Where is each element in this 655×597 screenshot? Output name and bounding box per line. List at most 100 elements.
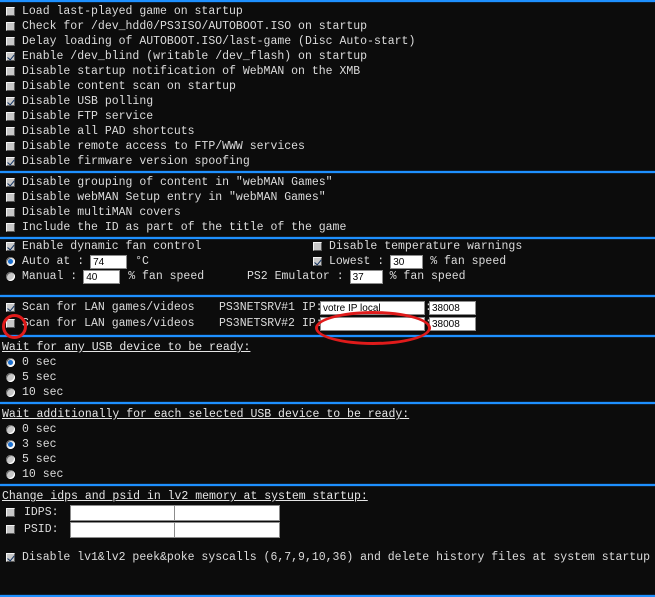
content-option-checkbox[interactable] <box>6 208 15 217</box>
lan-scan-checkbox[interactable] <box>6 303 15 312</box>
lan-scan-checkbox[interactable] <box>6 319 15 328</box>
wait-any-header: Wait for any USB device to be ready: <box>2 341 251 354</box>
fan-lowest-row[interactable]: Lowest : 30 % fan speed <box>307 254 522 269</box>
wait-each-option[interactable]: 10 sec <box>0 467 655 482</box>
fan-lowest-label: Lowest : <box>329 255 385 268</box>
lan-server-label: PS3NETSRV#2 IP: <box>219 317 323 330</box>
startup-option-label: Disable remote access to FTP/WWW service… <box>22 140 305 153</box>
wait-each-usb-section: Wait additionally for each selected USB … <box>0 404 655 484</box>
startup-option-row[interactable]: Disable startup notification of WebMAN o… <box>0 64 655 79</box>
fan-manual-row[interactable]: Manual : 40 % fan speed <box>0 269 204 284</box>
fan-auto-row[interactable]: Auto at : 74 °C <box>0 254 204 269</box>
temp-warning-label: Disable temperature warnings <box>329 240 523 253</box>
startup-option-row[interactable]: Disable all PAD shortcuts <box>0 124 655 139</box>
fan-lowest-input[interactable]: 30 <box>390 254 424 269</box>
idps-value-input-2[interactable] <box>175 504 280 521</box>
lan-port-input[interactable]: 38008 <box>429 301 476 315</box>
idps-bottom-spacer <box>0 540 655 549</box>
fan-auto-temp-input[interactable]: 74 <box>90 254 128 269</box>
startup-option-checkbox[interactable] <box>6 112 15 121</box>
ps2-fan-row: PS2 Emulator : 37 % fan speed <box>247 269 522 284</box>
syscalls-row[interactable]: Disable lv1&lv2 peek&poke syscalls (6,7,… <box>0 549 655 566</box>
startup-option-label: Enable /dev_blind (writable /dev_flash) … <box>22 50 368 63</box>
wait-each-label: 3 sec <box>22 438 57 451</box>
content-option-row[interactable]: Disable grouping of content in "webMAN G… <box>0 175 655 190</box>
syscalls-checkbox[interactable] <box>6 553 15 562</box>
startup-option-row[interactable]: Enable /dev_blind (writable /dev_flash) … <box>0 49 655 64</box>
startup-option-row[interactable]: Disable remote access to FTP/WWW service… <box>0 139 655 154</box>
wait-any-label: 0 sec <box>22 356 57 369</box>
fan-enable-checkbox[interactable] <box>6 242 15 251</box>
startup-option-checkbox[interactable] <box>6 97 15 106</box>
content-option-checkbox[interactable] <box>6 178 15 187</box>
ps2-fan-input[interactable]: 37 <box>349 269 383 284</box>
startup-option-row[interactable]: Load last-played game on startup <box>0 4 655 19</box>
startup-option-label: Disable all PAD shortcuts <box>22 125 195 138</box>
idps-enable-checkbox[interactable] <box>6 525 15 534</box>
content-option-checkbox[interactable] <box>6 193 15 202</box>
wait-each-radio[interactable] <box>6 455 15 464</box>
startup-option-checkbox[interactable] <box>6 7 15 16</box>
idps-value-input-1[interactable] <box>70 504 175 521</box>
fan-auto-radio[interactable] <box>6 257 15 266</box>
startup-option-row[interactable]: Disable FTP service <box>0 109 655 124</box>
fan-lowest-checkbox[interactable] <box>313 257 322 266</box>
wait-any-radio[interactable] <box>6 388 15 397</box>
wait-any-option[interactable]: 5 sec <box>0 370 655 385</box>
content-option-row[interactable]: Disable webMAN Setup entry in "webMAN Ga… <box>0 190 655 205</box>
startup-option-checkbox[interactable] <box>6 142 15 151</box>
idps-enable-checkbox[interactable] <box>6 508 15 517</box>
startup-option-row[interactable]: Disable firmware version spoofing <box>0 154 655 169</box>
startup-option-row[interactable]: Check for /dev_hdd0/PS3ISO/AUTOBOOT.ISO … <box>0 19 655 34</box>
wait-each-header: Wait additionally for each selected USB … <box>2 408 410 421</box>
wait-each-radio[interactable] <box>6 425 15 434</box>
temp-warning-checkbox[interactable] <box>313 242 322 251</box>
startup-option-checkbox[interactable] <box>6 82 15 91</box>
wait-any-usb-section: Wait for any USB device to be ready: 0 s… <box>0 337 655 402</box>
fan-manual-radio[interactable] <box>6 272 15 281</box>
startup-option-checkbox[interactable] <box>6 52 15 61</box>
idps-label: IDPS: <box>24 506 59 519</box>
lan-ip-input[interactable] <box>320 317 425 331</box>
idps-header: Change idps and psid in lv2 memory at sy… <box>2 490 368 503</box>
content-option-checkbox[interactable] <box>6 223 15 232</box>
temp-warning-row[interactable]: Disable temperature warnings <box>307 239 522 254</box>
idps-value-input-1[interactable] <box>70 521 175 538</box>
wait-each-option[interactable]: 3 sec <box>0 437 655 452</box>
wait-any-radio[interactable] <box>6 358 15 367</box>
wait-any-radio[interactable] <box>6 373 15 382</box>
startup-option-checkbox[interactable] <box>6 127 15 136</box>
wait-each-radio[interactable] <box>6 470 15 479</box>
fan-auto-unit: °C <box>135 255 149 268</box>
startup-option-checkbox[interactable] <box>6 22 15 31</box>
fan-manual-speed-input[interactable]: 40 <box>83 269 121 284</box>
lan-scan-label: Scan for LAN games/videos <box>22 317 195 330</box>
fan-control-section: Enable dynamic fan control Auto at : 74 … <box>0 239 655 295</box>
lan-ip-input[interactable]: votre IP local <box>320 301 425 315</box>
idps-psid-section: Change idps and psid in lv2 memory at sy… <box>0 486 655 540</box>
startup-option-row[interactable]: Delay loading of AUTOBOOT.ISO/last-game … <box>0 34 655 49</box>
lan-scan-label: Scan for LAN games/videos <box>22 301 195 314</box>
content-option-row[interactable]: Include the ID as part of the title of t… <box>0 220 655 235</box>
fan-enable-row[interactable]: Enable dynamic fan control <box>0 239 204 254</box>
startup-option-label: Load last-played game on startup <box>22 5 243 18</box>
idps-value-input-2[interactable] <box>175 521 280 538</box>
wait-each-option[interactable]: 5 sec <box>0 452 655 467</box>
wait-each-radio[interactable] <box>6 440 15 449</box>
startup-option-row[interactable]: Disable content scan on startup <box>0 79 655 94</box>
startup-option-row[interactable]: Disable USB polling <box>0 94 655 109</box>
lan-scan-row: Scan for LAN games/videos PS3NETSRV#2 IP:… <box>0 316 655 332</box>
startup-option-checkbox[interactable] <box>6 67 15 76</box>
lan-port-input[interactable]: 38008 <box>429 317 476 331</box>
content-option-row[interactable]: Disable multiMAN covers <box>0 205 655 220</box>
startup-option-checkbox[interactable] <box>6 157 15 166</box>
wait-any-option[interactable]: 10 sec <box>0 385 655 400</box>
wait-any-option[interactable]: 0 sec <box>0 355 655 370</box>
fan-enable-label: Enable dynamic fan control <box>22 240 202 253</box>
wait-each-option[interactable]: 0 sec <box>0 422 655 437</box>
lan-server-label: PS3NETSRV#1 IP: <box>219 301 323 314</box>
webman-setup-page: Load last-played game on startup Check fo… <box>0 0 655 597</box>
wait-each-label: 10 sec <box>22 468 64 481</box>
wait-any-label: 10 sec <box>22 386 64 399</box>
startup-option-checkbox[interactable] <box>6 37 15 46</box>
